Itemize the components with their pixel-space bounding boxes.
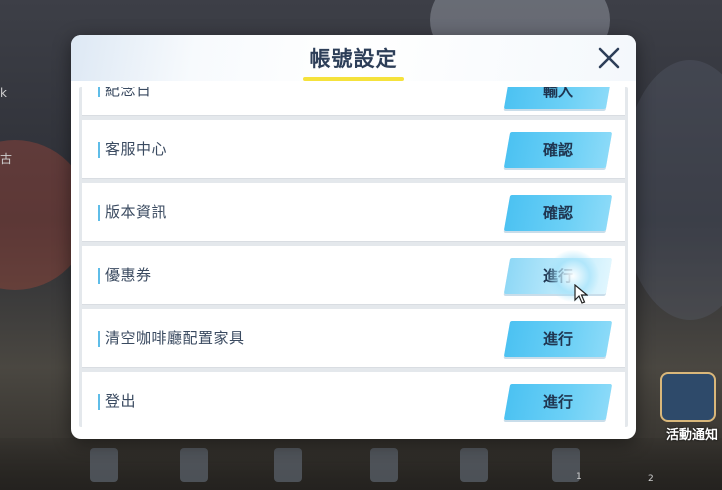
event-notice-label[interactable]: 活動通知: [666, 424, 718, 443]
settings-row-button[interactable]: 輸入: [503, 87, 613, 109]
menu-icon[interactable]: [90, 448, 118, 482]
notification-count: 2: [648, 474, 654, 484]
settings-row-label: 登出: [105, 392, 137, 410]
close-button[interactable]: [594, 43, 624, 73]
settings-row-label: 紀念日: [105, 87, 152, 99]
settings-row-button-label: 確認: [542, 204, 573, 222]
shield-icon[interactable]: [274, 448, 302, 482]
settings-row: 紀念日 輸入: [82, 87, 625, 116]
dialog-title: 帳號設定: [309, 47, 398, 71]
title-underline: [303, 77, 404, 81]
settings-row-button[interactable]: 進行: [503, 258, 613, 294]
settings-row-button-label: 輸入: [542, 87, 573, 100]
bottom-menu-bar: [0, 438, 722, 490]
row-accent-bar: [98, 205, 100, 221]
background-text: k: [0, 86, 7, 100]
settings-row: 清空咖啡廳配置家具 進行: [82, 309, 625, 368]
settings-row-label: 客服中心: [105, 140, 168, 158]
settings-row-label: 版本資訊: [105, 203, 168, 221]
event-notice-icon[interactable]: [660, 372, 716, 422]
close-icon: [598, 47, 620, 69]
settings-list[interactable]: 紀念日 輸入 客服中心 確認 版本資訊 確認 優惠券 進行 清空咖啡廳配置家具 進行 登出 進行: [79, 87, 628, 427]
settings-row-button-label: 確認: [542, 141, 573, 159]
row-accent-bar: [98, 87, 100, 97]
settings-row-button[interactable]: 確認: [503, 132, 613, 168]
menu-icon[interactable]: [460, 448, 488, 482]
settings-row-label: 清空咖啡廳配置家具: [105, 329, 245, 347]
settings-row-button[interactable]: 進行: [503, 321, 613, 357]
notification-count: 1: [576, 472, 582, 482]
menu-icon[interactable]: [370, 448, 398, 482]
settings-row: 客服中心 確認: [82, 120, 625, 179]
settings-row: 版本資訊 確認: [82, 183, 625, 242]
settings-row-label: 優惠券: [105, 266, 152, 284]
dialog-header: 帳號設定: [71, 35, 636, 81]
settings-row-button-label: 進行: [542, 330, 573, 348]
settings-row-button-label: 進行: [542, 393, 573, 411]
settings-row: 優惠券 進行: [82, 246, 625, 305]
row-accent-bar: [98, 142, 100, 158]
settings-row: 登出 進行: [82, 372, 625, 427]
settings-row-button-label: 進行: [542, 267, 573, 285]
background-text: 古: [0, 152, 13, 166]
row-accent-bar: [98, 331, 100, 347]
menu-icon[interactable]: [180, 448, 208, 482]
settings-row-button[interactable]: 確認: [503, 195, 613, 231]
settings-row-button[interactable]: 進行: [503, 384, 613, 420]
row-accent-bar: [98, 394, 100, 410]
account-settings-dialog: 帳號設定 紀念日 輸入 客服中心 確認 版本資訊 確認 優惠券 進行 清空咖啡廳配置家具 進行 登出…: [71, 35, 636, 439]
row-accent-bar: [98, 268, 100, 284]
game-screen: k 古 1 2 活動通知 帳號設定 紀念日 輸入 客服中心 確認 版本資訊 確認 優惠券 進行…: [0, 0, 722, 490]
